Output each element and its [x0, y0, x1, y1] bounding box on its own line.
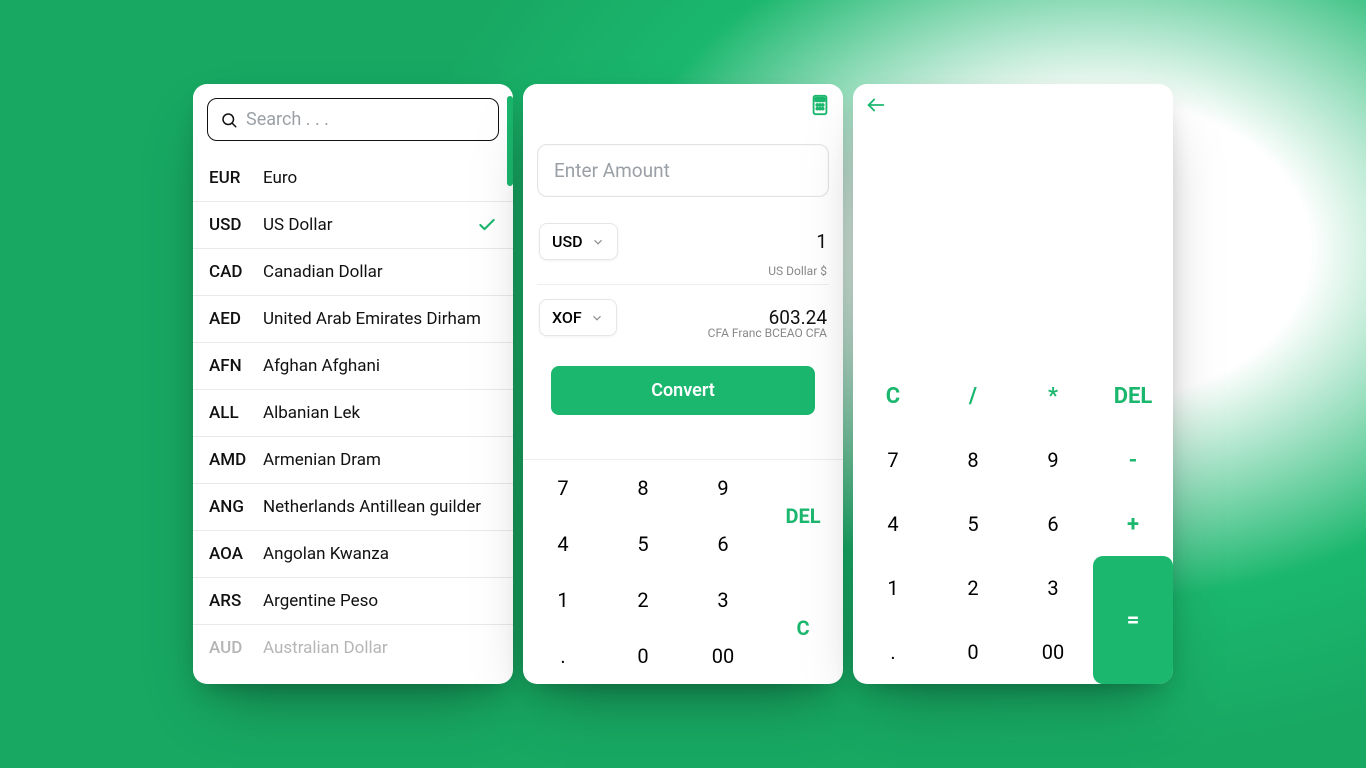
convert-label: Convert — [651, 380, 715, 401]
numpad-key-dot[interactable]: . — [523, 628, 603, 684]
currency-code: EUR — [209, 168, 251, 188]
calc-key-dot[interactable]: . — [853, 620, 933, 684]
calc-key-7[interactable]: 7 — [853, 428, 933, 492]
currency-code: ARS — [209, 591, 251, 611]
calc-key-div[interactable]: / — [933, 364, 1013, 428]
numpad-key-3[interactable]: 3 — [683, 572, 763, 628]
currency-code: AMD — [209, 450, 251, 470]
calc-key-6[interactable]: 6 — [1013, 492, 1093, 556]
calc-key-sub[interactable]: - — [1093, 428, 1173, 492]
numpad-key-7[interactable]: 7 — [523, 460, 603, 516]
currency-row-ang[interactable]: ANG Netherlands Antillean guilder — [193, 483, 513, 530]
currency-code: ANG — [209, 497, 251, 517]
to-currency-code: XOF — [552, 308, 582, 327]
arrow-left-icon — [865, 94, 887, 116]
calc-key-00[interactable]: 00 — [1013, 620, 1093, 684]
currency-name: United Arab Emirates Dirham — [263, 309, 497, 329]
numpad-key-9[interactable]: 9 — [683, 460, 763, 516]
chevron-down-icon — [591, 235, 605, 249]
calculator-icon — [809, 94, 831, 116]
currency-name: Angolan Kwanza — [263, 544, 497, 564]
currency-row-aoa[interactable]: AOA Angolan Kwanza — [193, 530, 513, 577]
calc-key-3[interactable]: 3 — [1013, 556, 1093, 620]
currency-list: EUR Euro USD US Dollar CAD Canadian Dollar AED… — [193, 155, 513, 684]
calc-key-0[interactable]: 0 — [933, 620, 1013, 684]
from-row: USD 1 US Dollar $ — [537, 209, 829, 285]
calc-key-mul[interactable]: * — [1013, 364, 1093, 428]
calc-key-2[interactable]: 2 — [933, 556, 1013, 620]
currency-code: AOA — [209, 544, 251, 564]
currency-list-panel: Search . . . EUR Euro USD US Dollar CAD Canad… — [193, 84, 513, 684]
back-button[interactable] — [865, 94, 887, 116]
calc-key-4[interactable]: 4 — [853, 492, 933, 556]
calculator-pad: C / * DEL 7 8 9 - 4 5 6 + 1 2 3 = . 0 00 — [853, 364, 1173, 684]
currency-name: Argentine Peso — [263, 591, 497, 611]
from-currency-select[interactable]: USD — [539, 223, 618, 260]
convert-button[interactable]: Convert — [551, 366, 815, 415]
currency-code: AUD — [209, 638, 251, 658]
currency-row-amd[interactable]: AMD Armenian Dram — [193, 436, 513, 483]
numpad-key-del[interactable]: DEL — [763, 460, 843, 572]
converter-numpad: 7 8 9 DEL 4 5 6 1 2 3 C . 0 00 — [523, 459, 843, 684]
currency-code: ALL — [209, 403, 251, 423]
calc-key-add[interactable]: + — [1093, 492, 1173, 556]
numpad-key-0[interactable]: 0 — [603, 628, 683, 684]
to-row: XOF 603.24 CFA Franc BCEAO CFA — [537, 285, 829, 346]
from-sublabel: US Dollar $ — [768, 264, 827, 278]
currency-name: Australian Dollar — [263, 638, 497, 658]
calc-key-1[interactable]: 1 — [853, 556, 933, 620]
numpad-key-2[interactable]: 2 — [603, 572, 683, 628]
calc-key-eq[interactable]: = — [1093, 556, 1173, 684]
currency-row-afn[interactable]: AFN Afghan Afghani — [193, 342, 513, 389]
calculator-panel: C / * DEL 7 8 9 - 4 5 6 + 1 2 3 = . 0 00 — [853, 84, 1173, 684]
currency-row-cad[interactable]: CAD Canadian Dollar — [193, 248, 513, 295]
to-sublabel: CFA Franc BCEAO CFA — [708, 326, 827, 340]
from-value: 1 — [816, 230, 827, 253]
converter-panel: Enter Amount USD 1 US Dollar $ XOF — [523, 84, 843, 684]
calc-key-del[interactable]: DEL — [1093, 364, 1173, 428]
currency-name: Canadian Dollar — [263, 262, 497, 282]
currency-code: USD — [209, 215, 251, 235]
currency-row-eur[interactable]: EUR Euro — [193, 155, 513, 201]
numpad-key-4[interactable]: 4 — [523, 516, 603, 572]
to-currency-select[interactable]: XOF — [539, 299, 617, 336]
search-icon — [220, 111, 238, 129]
check-icon — [477, 215, 497, 235]
calculator-display — [853, 84, 1173, 364]
currency-name: Netherlands Antillean guilder — [263, 497, 497, 517]
currency-row-ars[interactable]: ARS Argentine Peso — [193, 577, 513, 624]
calc-key-9[interactable]: 9 — [1013, 428, 1093, 492]
currency-row-usd[interactable]: USD US Dollar — [193, 201, 513, 248]
currency-code: AED — [209, 309, 251, 329]
calc-key-c[interactable]: C — [853, 364, 933, 428]
calc-key-8[interactable]: 8 — [933, 428, 1013, 492]
numpad-key-c[interactable]: C — [763, 572, 843, 684]
numpad-key-00[interactable]: 00 — [683, 628, 763, 684]
currency-name: US Dollar — [263, 215, 465, 235]
numpad-key-1[interactable]: 1 — [523, 572, 603, 628]
chevron-down-icon — [590, 311, 604, 325]
currency-code: CAD — [209, 262, 251, 282]
search-placeholder: Search . . . — [246, 109, 329, 130]
numpad-key-5[interactable]: 5 — [603, 516, 683, 572]
numpad-key-6[interactable]: 6 — [683, 516, 763, 572]
open-calculator-button[interactable] — [809, 94, 831, 116]
currency-row-aud[interactable]: AUD Australian Dollar — [193, 624, 513, 671]
amount-input[interactable]: Enter Amount — [537, 144, 829, 197]
currency-name: Armenian Dram — [263, 450, 497, 470]
currency-row-all[interactable]: ALL Albanian Lek — [193, 389, 513, 436]
from-currency-code: USD — [552, 232, 583, 251]
currency-code: AFN — [209, 356, 251, 376]
currency-name: Euro — [263, 168, 497, 188]
currency-row-aed[interactable]: AED United Arab Emirates Dirham — [193, 295, 513, 342]
currency-name: Albanian Lek — [263, 403, 497, 423]
numpad-key-8[interactable]: 8 — [603, 460, 683, 516]
calc-key-5[interactable]: 5 — [933, 492, 1013, 556]
search-input[interactable]: Search . . . — [207, 98, 499, 141]
currency-name: Afghan Afghani — [263, 356, 497, 376]
amount-placeholder: Enter Amount — [554, 159, 670, 182]
